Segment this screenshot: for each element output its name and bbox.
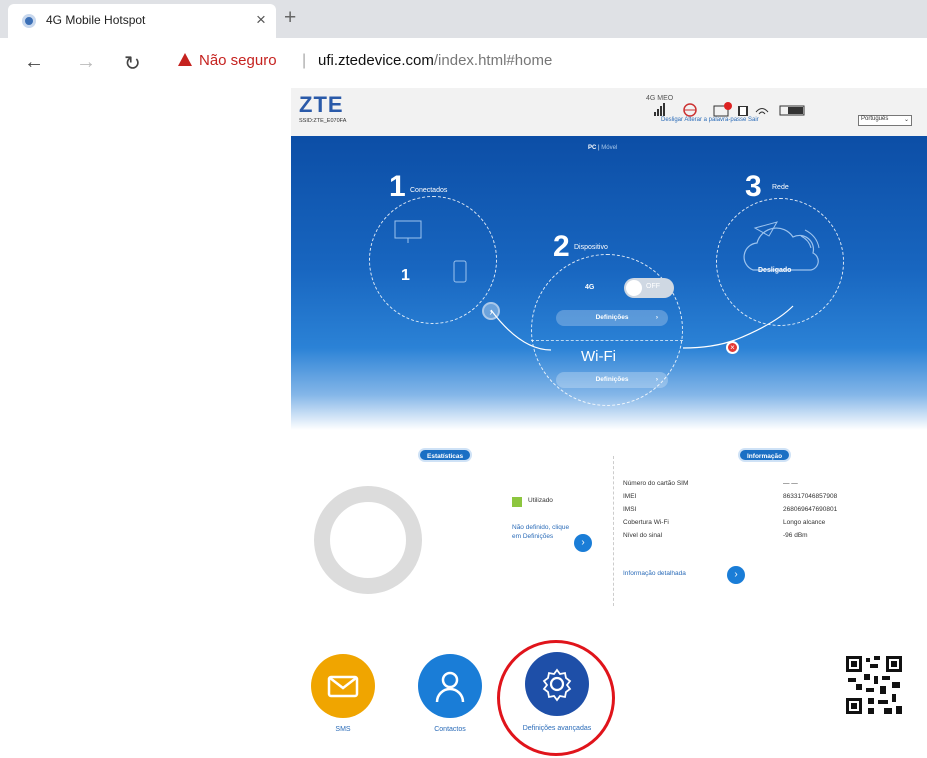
wifi-settings-label: Definições [595, 376, 629, 383]
address-bar: ← → ↻ Não seguro | ufi.ztedevice.com/ind… [0, 38, 927, 88]
highlight-annotation [497, 640, 615, 756]
step2-label: Dispositivo [574, 244, 608, 251]
favicon-icon [22, 14, 36, 28]
chevron-right-icon[interactable]: › [727, 566, 745, 584]
detailed-info-link[interactable]: Informação detalhada [623, 570, 686, 577]
battery-icon [779, 105, 805, 116]
reload-icon[interactable]: ↻ [124, 51, 141, 76]
step2-number: 2 [553, 230, 570, 263]
ssid-label: SSID:ZTE_E070FA [299, 118, 347, 124]
used-legend-label: Utilizado [528, 497, 553, 504]
browser-tab[interactable]: 4G Mobile Hotspot × [8, 4, 276, 38]
stats-info-panel: Estatísticas Utilizado Não definido, cli… [291, 438, 927, 608]
network-type-text: 4G MEO [646, 95, 674, 102]
sms-button[interactable] [311, 654, 375, 718]
step3-label: Rede [772, 184, 789, 191]
wifi-icon [755, 108, 769, 115]
language-select[interactable]: Português ⌄ [858, 115, 912, 126]
disconnected-icon: × [726, 341, 739, 354]
step3-number: 3 [745, 170, 762, 203]
used-legend-swatch [512, 497, 522, 507]
back-icon[interactable]: ← [24, 51, 44, 74]
sim-card-icon [738, 106, 748, 116]
step1-label: Conectados [410, 187, 448, 194]
warning-icon[interactable] [178, 53, 192, 66]
person-icon [435, 671, 465, 703]
url-host: ufi.ztedevice.com [318, 52, 434, 69]
url-path: /index.html#home [433, 52, 553, 69]
chevron-down-icon: ⌄ [903, 117, 909, 123]
statistics-badge: Estatísticas [418, 448, 473, 462]
router-header: ZTE SSID:ZTE_E070FA 4G MEO Desligar Alte… [291, 88, 927, 136]
qr-code [844, 654, 904, 716]
language-value: Português [861, 116, 889, 122]
info-label-signal: Nível do sinal [623, 532, 663, 539]
usage-donut-chart [314, 486, 422, 594]
url-field[interactable]: ufi.ztedevice.com/index.html#home [318, 52, 552, 69]
info-label-sim: Número do cartão SIM [623, 480, 689, 487]
connected-devices-circle[interactable] [369, 196, 497, 324]
tab-title: 4G Mobile Hotspot [46, 13, 146, 27]
new-tab-icon[interactable]: + [284, 6, 296, 30]
connected-count: 1 [401, 267, 410, 284]
panel-divider [613, 456, 614, 606]
view-pc[interactable]: PC [588, 145, 596, 151]
info-label-imei: IMEI [623, 493, 637, 500]
wifi-settings-button[interactable]: Definições › [556, 372, 668, 388]
contacts-button[interactable] [418, 654, 482, 718]
information-badge: Informação [738, 448, 792, 462]
view-mobile[interactable]: Móvel [601, 145, 617, 151]
info-value-wifi-coverage: Longo alcance [783, 519, 826, 526]
sms-notification-icon [713, 102, 732, 117]
network-status: Desligado [758, 267, 792, 274]
browser-tab-bar: 4G Mobile Hotspot × + [0, 0, 927, 38]
connection-banner: PC | Móvel 1 Conectados 1 › 2 Dispositiv… [291, 136, 927, 430]
sms-label[interactable]: SMS [303, 726, 383, 733]
info-value-sim: — — [783, 480, 798, 487]
monitor-icon [394, 220, 422, 243]
header-links[interactable]: Desligar Alterar a palavra-passe Sair [661, 117, 759, 123]
contacts-label[interactable]: Contactos [410, 726, 490, 733]
step1-number: 1 [389, 170, 406, 203]
info-label-wifi-coverage: Cobertura Wi-Fi [623, 519, 669, 526]
chevron-right-icon: › [655, 376, 658, 383]
forward-icon[interactable]: → [76, 51, 96, 74]
phone-icon [453, 260, 467, 283]
connector-lines [491, 305, 794, 351]
tab-close-icon[interactable]: × [256, 10, 266, 30]
envelope-icon [327, 675, 359, 698]
info-label-imsi: IMSI [623, 506, 637, 513]
view-toggle[interactable]: PC | Móvel [588, 145, 617, 151]
address-separator: | [302, 52, 307, 69]
zte-logo: ZTE [299, 92, 344, 117]
security-label[interactable]: Não seguro [199, 52, 277, 69]
cloud-icon [743, 221, 820, 271]
data-limit-link[interactable]: Não definido, clique em Definições [512, 523, 570, 541]
info-value-signal: -96 dBm [783, 532, 808, 539]
signal-icon [654, 103, 665, 116]
info-value-imsi: 268069647690801 [783, 506, 838, 513]
chevron-right-icon[interactable]: › [574, 534, 592, 552]
info-value-imei: 863317046857908 [783, 493, 838, 500]
globe-icon [683, 103, 697, 117]
